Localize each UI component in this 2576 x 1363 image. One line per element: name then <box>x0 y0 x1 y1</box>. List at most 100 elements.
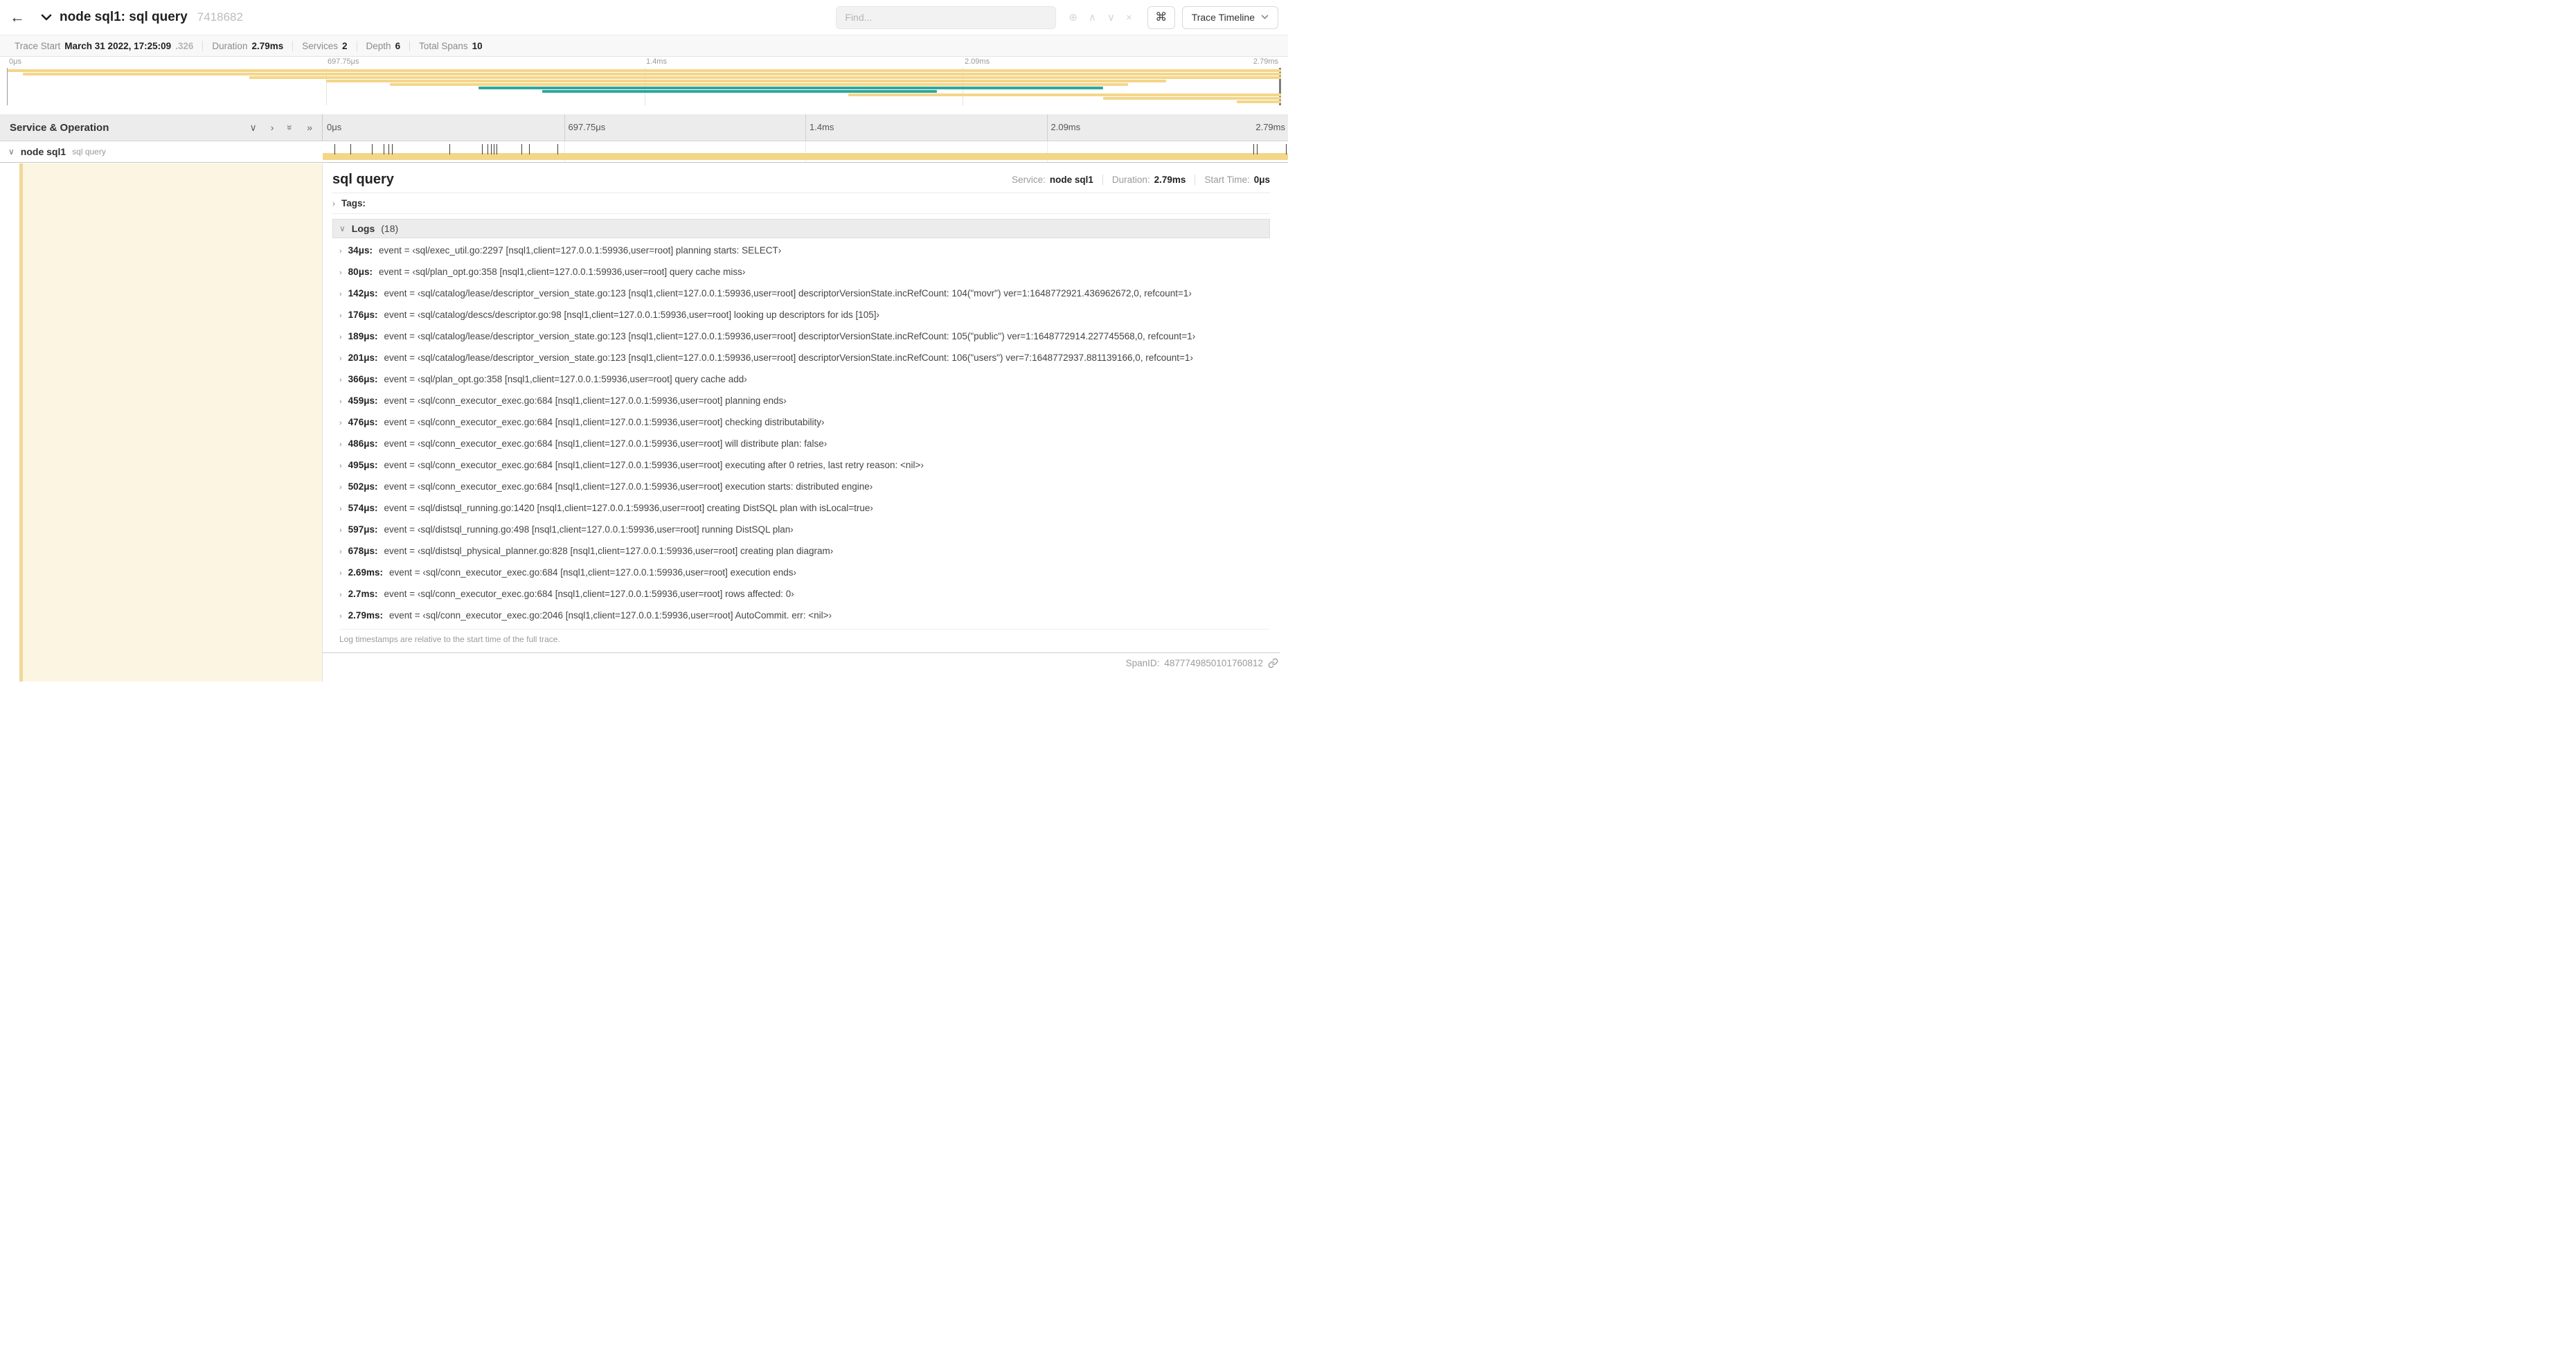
meta-value: node sql1 <box>1049 175 1093 185</box>
log-row[interactable]: › 459μs: event = ‹sql/conn_executor_exec… <box>339 390 1270 411</box>
tags-label: Tags: <box>341 198 366 208</box>
log-timestamp: 176μs: <box>348 310 378 320</box>
meta-value: 0μs <box>1253 175 1270 185</box>
log-marker-tick <box>1253 144 1254 154</box>
back-button[interactable]: ← <box>10 8 33 26</box>
minimap-tick-label: 2.09ms <box>965 57 990 66</box>
log-row[interactable]: › 34μs: event = ‹sql/exec_util.go:2297 [… <box>339 240 1270 261</box>
log-marker-tick <box>1257 144 1258 154</box>
log-timestamp: 189μs: <box>348 331 378 341</box>
log-row[interactable]: › 678μs: event = ‹sql/distsql_physical_p… <box>339 540 1270 562</box>
log-timestamp: 142μs: <box>348 288 378 299</box>
timeline-header: Service & Operation ∨ › » » 0μs 697.75μs 1… <box>0 114 1288 141</box>
minimap-span-bar <box>542 90 938 93</box>
log-message: event = ‹sql/catalog/lease/descriptor_ve… <box>384 331 1196 341</box>
log-marker-tick <box>334 144 335 154</box>
log-message: event = ‹sql/plan_opt.go:358 [nsql1,clie… <box>378 267 746 277</box>
minimap-canvas[interactable] <box>7 68 1281 105</box>
collapse-all-icon[interactable]: » <box>307 122 312 133</box>
minimap-span-bar <box>1102 97 1281 100</box>
prev-match-icon[interactable]: ∧ <box>1089 11 1096 24</box>
log-timestamp: 502μs: <box>348 481 378 492</box>
log-marker-tick <box>521 144 523 154</box>
log-message: event = ‹sql/distsql_running.go:1420 [ns… <box>384 503 873 513</box>
span-expander-chevron-icon[interactable]: ∨ <box>8 147 15 157</box>
log-row[interactable]: › 142μs: event = ‹sql/catalog/lease/desc… <box>339 283 1270 304</box>
span-row-name-column: ∨ node sql1 sql query <box>0 141 323 162</box>
keyboard-shortcuts-button[interactable]: ⌘ <box>1147 6 1175 29</box>
summary-value: March 31 2022, 17:25:09 <box>64 40 172 51</box>
locate-icon[interactable]: ⊕ <box>1068 11 1077 24</box>
meta-label: Start Time: <box>1204 175 1250 185</box>
collapse-one-icon[interactable]: › <box>271 122 274 133</box>
chevron-right-icon: › <box>332 198 335 208</box>
expand-all-icon[interactable]: » <box>285 125 296 130</box>
timeline-ruler: 0μs 697.75μs 1.4ms 2.09ms 2.79ms <box>323 114 1288 141</box>
trace-id: 7418682 <box>197 10 243 24</box>
collapse-controls: ∨ › » » <box>249 122 312 134</box>
chevron-right-icon: › <box>339 398 342 406</box>
log-timestamp: 476μs: <box>348 417 378 427</box>
expand-one-icon[interactable]: ∨ <box>249 122 256 134</box>
log-row[interactable]: › 476μs: event = ‹sql/conn_executor_exec… <box>339 411 1270 433</box>
log-message: event = ‹sql/conn_executor_exec.go:684 [… <box>384 395 787 406</box>
log-row[interactable]: › 201μs: event = ‹sql/catalog/lease/desc… <box>339 347 1270 368</box>
trace-summary-bar: Trace Start March 31 2022, 17:25:09 .326… <box>0 35 1288 57</box>
log-timestamp: 201μs: <box>348 353 378 363</box>
span-detail-area: sql query Service: node sql1 Duration: 2… <box>323 163 1280 673</box>
tags-toggle[interactable]: › Tags: <box>332 198 366 208</box>
copy-link-button[interactable] <box>1268 658 1278 668</box>
log-row[interactable]: › 597μs: event = ‹sql/distsql_running.go… <box>339 519 1270 540</box>
chevron-right-icon: › <box>339 462 342 470</box>
clear-search-icon[interactable]: × <box>1126 12 1132 24</box>
log-timestamp: 495μs: <box>348 460 378 470</box>
log-timestamp: 597μs: <box>348 524 378 535</box>
span-row[interactable]: ∨ node sql1 sql query <box>0 141 1288 163</box>
summary-label: Duration <box>212 40 248 51</box>
log-marker-tick <box>490 144 492 154</box>
gridline <box>805 114 806 141</box>
logs-toggle[interactable]: ∨ Logs (18) <box>332 219 1270 238</box>
minimap-span-bar <box>848 93 1281 96</box>
trace-view-selector-label: Trace Timeline <box>1191 12 1255 23</box>
span-detail-panel: sql query Service: node sql1 Duration: 2… <box>323 163 1280 653</box>
span-id-label: SpanID: <box>1125 658 1160 668</box>
log-marker-tick <box>388 144 389 154</box>
chevron-right-icon: › <box>339 483 342 492</box>
log-message: event = ‹sql/conn_executor_exec.go:684 [… <box>384 481 873 492</box>
log-row[interactable]: › 2.79ms: event = ‹sql/conn_executor_exe… <box>339 605 1270 626</box>
meta-item: Service: node sql1 <box>1012 175 1093 185</box>
log-row[interactable]: › 502μs: event = ‹sql/conn_executor_exec… <box>339 476 1270 497</box>
log-row[interactable]: › 486μs: event = ‹sql/conn_executor_exec… <box>339 433 1270 454</box>
log-message: event = ‹sql/plan_opt.go:358 [nsql1,clie… <box>384 374 747 384</box>
log-row[interactable]: › 2.69ms: event = ‹sql/conn_executor_exe… <box>339 562 1270 583</box>
link-icon <box>1268 658 1278 668</box>
log-row[interactable]: › 2.7ms: event = ‹sql/conn_executor_exec… <box>339 583 1270 605</box>
log-row[interactable]: › 495μs: event = ‹sql/conn_executor_exec… <box>339 454 1270 476</box>
trace-collapse-chevron-icon[interactable] <box>40 12 53 22</box>
service-operation-header: Service & Operation ∨ › » » <box>0 114 323 141</box>
span-id-row: SpanID: 4877749850101760812 <box>323 653 1280 673</box>
span-detail-meta: Service: node sql1 Duration: 2.79ms Star… <box>1012 175 1270 185</box>
gridline <box>564 114 565 141</box>
log-row[interactable]: › 574μs: event = ‹sql/distsql_running.go… <box>339 497 1270 519</box>
find-input[interactable] <box>836 6 1057 29</box>
log-message: event = ‹sql/conn_executor_exec.go:684 [… <box>384 438 828 449</box>
log-row[interactable]: › 189μs: event = ‹sql/catalog/lease/desc… <box>339 326 1270 347</box>
meta-item: Start Time: 0μs <box>1195 175 1270 185</box>
trace-view-selector-button[interactable]: Trace Timeline <box>1181 6 1278 29</box>
chevron-right-icon: › <box>339 569 342 578</box>
chevron-right-icon: › <box>339 526 342 535</box>
span-color-accent <box>19 163 23 682</box>
summary-value: 2.79ms <box>251 40 284 51</box>
summary-item: Total Spans 10 <box>409 40 492 51</box>
next-match-icon[interactable]: ∨ <box>1107 11 1115 24</box>
log-row[interactable]: › 176μs: event = ‹sql/catalog/descs/desc… <box>339 304 1270 326</box>
timeline-tick-label: 697.75μs <box>568 122 606 132</box>
trace-page-header: ← node sql1: sql query 7418682 ⊕ ∧ ∨ × ⌘… <box>0 0 1288 35</box>
chevron-right-icon: › <box>339 376 342 384</box>
summary-item: Depth 6 <box>356 40 410 51</box>
log-row[interactable]: › 80μs: event = ‹sql/plan_opt.go:358 [ns… <box>339 261 1270 283</box>
summary-item: Trace Start March 31 2022, 17:25:09 .326 <box>6 41 202 51</box>
log-row[interactable]: › 366μs: event = ‹sql/plan_opt.go:358 [n… <box>339 368 1270 390</box>
